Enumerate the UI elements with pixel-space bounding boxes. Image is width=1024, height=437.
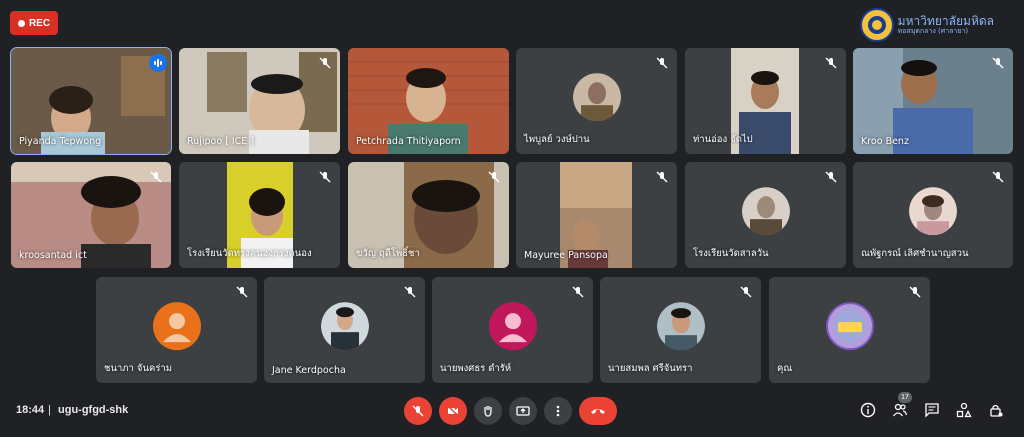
logo-title: มหาวิทยาลัยมหิดล (897, 13, 994, 28)
participant-tile[interactable]: kroosantad ict (11, 162, 171, 268)
mic-off-icon (572, 286, 584, 298)
participant-name: ชนาภา จันคร่าม (104, 363, 173, 374)
mic-off-icon (992, 57, 1004, 69)
participant-tile[interactable]: โรงเรียนวัดทรงคนองกรงคนอง (179, 162, 340, 268)
recording-label: REC (28, 17, 51, 29)
mic-off-icon (404, 286, 416, 298)
participant-name: ท่านอ่อง จัดไป (693, 134, 753, 145)
participant-tile[interactable]: Piyanda Tepwong (10, 47, 172, 155)
present-screen-icon (516, 406, 530, 416)
participant-tile[interactable]: คุณ (769, 277, 930, 383)
participant-avatar (825, 302, 874, 351)
present-screen-button[interactable] (509, 397, 537, 425)
mic-off-icon (412, 405, 424, 417)
meeting-details-button[interactable] (859, 401, 877, 419)
mic-off-icon (656, 57, 668, 69)
participant-tile[interactable]: ท่านอ่อง จัดไป (685, 48, 846, 154)
participant-name: โรงเรียนวัดสาลวัน (693, 248, 769, 259)
mic-off-icon (740, 286, 752, 298)
camera-off-icon (447, 405, 459, 417)
mic-off-icon (825, 57, 837, 69)
people-icon (892, 403, 908, 417)
participant-name: Petchrada Thitiyaporn (356, 136, 461, 147)
participant-tile[interactable]: ขวัญ ฤดีโพธิ์ชา (348, 162, 509, 268)
participant-avatar (152, 302, 201, 351)
participant-avatar (488, 302, 537, 351)
raise-hand-icon (484, 406, 492, 417)
participant-name: Kroo Benz (861, 136, 909, 147)
activities-button[interactable] (955, 401, 973, 419)
participant-tile[interactable]: Jane Kerdpocha (264, 277, 425, 383)
leave-call-button[interactable] (579, 397, 617, 425)
participant-name: ณพัฐกรณ์ เลิศชำนาญสวน (861, 248, 969, 259)
participant-name: Rujipoo [ ICE ] (187, 136, 255, 147)
chat-icon (925, 403, 939, 418)
host-controls-button[interactable] (987, 401, 1005, 419)
participant-tile[interactable]: Rujipoo [ ICE ] (179, 48, 340, 154)
hang-up-icon (591, 409, 605, 414)
participant-avatar (320, 302, 369, 351)
chat-button[interactable] (923, 401, 941, 419)
camera-toggle-button[interactable] (439, 397, 467, 425)
meeting-code: ugu-gfgd-shk (58, 404, 129, 416)
organization-logo: มหาวิทยาลัยมหิดล ทอสมุดกลาง (ศาลายา) (859, 8, 994, 42)
people-count-badge: 17 (898, 392, 912, 403)
participant-tile[interactable]: Kroo Benz (853, 48, 1013, 154)
logo-subtitle: ทอสมุดกลาง (ศาลายา) (897, 26, 969, 35)
mic-off-icon (992, 171, 1004, 183)
more-vertical-icon (556, 405, 560, 417)
info-icon (860, 402, 876, 418)
participant-tile[interactable]: นายสมพล ศรีจันทรา (600, 277, 761, 383)
speaking-indicator-icon (149, 54, 167, 72)
participant-name: นายสมพล ศรีจันทรา (608, 363, 693, 374)
university-seal-icon (859, 8, 894, 42)
mic-off-icon (319, 57, 331, 69)
participant-name: ขวัญ ฤดีโพธิ์ชา (356, 248, 420, 259)
participant-name: Jane Kerdpocha (272, 365, 346, 376)
mic-off-icon (488, 171, 500, 183)
participant-name: Mayuree Pansopa (524, 250, 608, 261)
participant-tile[interactable]: Petchrada Thitiyaporn (348, 48, 509, 154)
participant-tile[interactable]: นายพงศธร ดำรัห์ (432, 277, 593, 383)
people-button[interactable] (891, 401, 909, 419)
mic-off-icon (319, 171, 331, 183)
mic-off-icon (150, 171, 162, 183)
participant-name: นายพงศธร ดำรัห์ (440, 363, 512, 374)
participant-name: Piyanda Tepwong (19, 136, 102, 147)
participant-tile[interactable]: Mayuree Pansopa (516, 162, 677, 268)
participant-avatar (909, 187, 957, 236)
mic-toggle-button[interactable] (404, 397, 432, 425)
mic-off-icon (236, 286, 248, 298)
participant-name: คุณ (777, 363, 793, 374)
participant-name: โรงเรียนวัดทรงคนองกรงคนอง (187, 248, 312, 259)
lock-person-icon (990, 404, 1003, 417)
participant-tile[interactable]: ณพัฐกรณ์ เลิศชำนาญสวน (853, 162, 1013, 268)
meeting-time: 18:44 (16, 404, 45, 416)
record-dot-icon (17, 19, 25, 27)
participant-name: kroosantad ict (19, 250, 87, 261)
meeting-separator: | (48, 404, 51, 416)
participant-tile[interactable]: โรงเรียนวัดสาลวัน (685, 162, 846, 268)
participant-name: ไพบูลย์ วงษ์ปาน (524, 134, 590, 145)
recording-indicator: REC (10, 11, 58, 35)
mic-off-icon (909, 286, 921, 298)
mic-off-icon (656, 171, 668, 183)
participant-tile[interactable]: ชนาภา จันคร่าม (96, 277, 257, 383)
more-options-button[interactable] (544, 397, 572, 425)
participant-avatar (741, 187, 790, 236)
participant-avatar (572, 73, 621, 122)
meeting-toolbar: 18:44 | ugu-gfgd-shk (0, 387, 1024, 437)
mic-off-icon (825, 171, 837, 183)
activities-icon (956, 402, 972, 418)
raise-hand-button[interactable] (474, 397, 502, 425)
participant-tile[interactable]: ไพบูลย์ วงษ์ปาน (516, 48, 677, 154)
participant-avatar (656, 302, 705, 351)
